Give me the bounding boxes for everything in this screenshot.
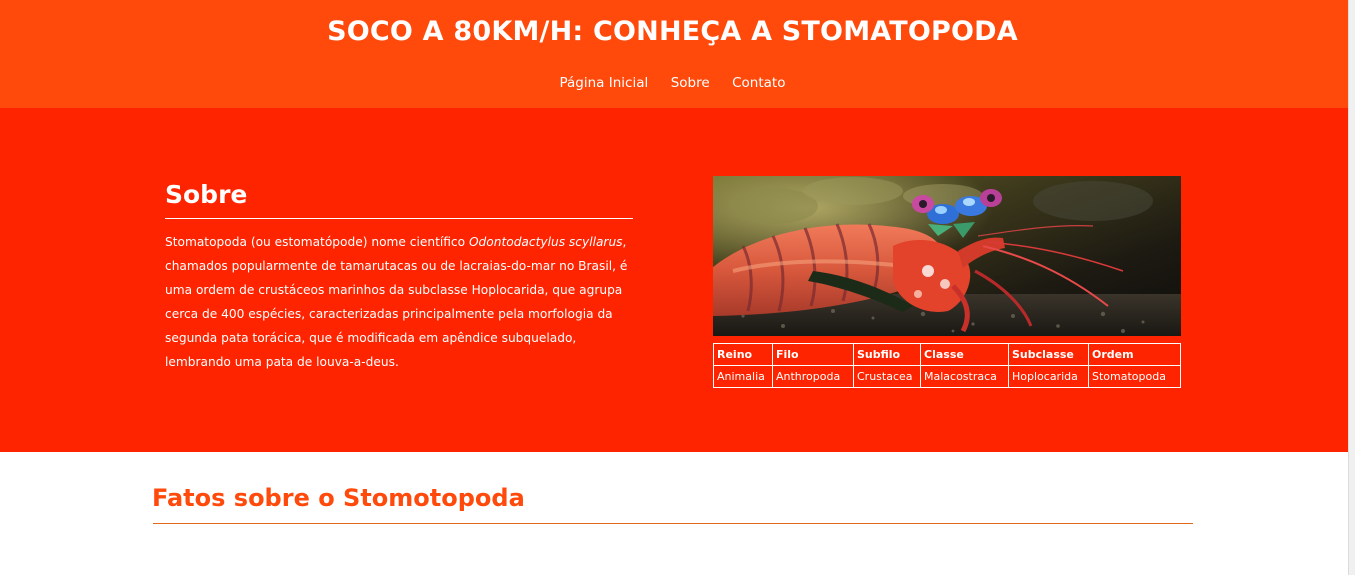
taxonomy-data-row: Animalia Anthropoda Crustacea Malacostra… (713, 365, 1181, 388)
about-section: Sobre Stomatopoda (ou estomatópode) nome… (0, 108, 1348, 452)
taxonomy-table: Reino Filo Subfilo Classe Subclasse Orde… (713, 343, 1181, 388)
about-heading: Sobre (165, 180, 248, 209)
cell-reino: Animalia (713, 365, 773, 388)
main-nav: Página Inicial Sobre Contato (0, 74, 1345, 92)
about-text-end: , chamados popularmente de tamarutacas o… (165, 235, 628, 369)
header-classe: Classe (920, 343, 1009, 366)
cell-classe: Malacostraca (920, 365, 1009, 388)
cell-ordem: Stomatopoda (1088, 365, 1181, 388)
facts-heading: Fatos sobre o Stomotopoda (152, 484, 525, 512)
facts-section: Fatos sobre o Stomotopoda (0, 452, 1348, 575)
mantis-shrimp-image (713, 176, 1181, 336)
header-subfilo: Subfilo (853, 343, 921, 366)
facts-divider (153, 523, 1193, 524)
about-paragraph: Stomatopoda (ou estomatópode) nome cient… (165, 230, 637, 374)
page-scrollbar[interactable] (1348, 0, 1355, 575)
about-text-start: Stomatopoda (ou estomatópode) nome cient… (165, 235, 469, 249)
scientific-name: Odontodactylus scyllarus (468, 235, 623, 249)
site-header: SOCO A 80KM/H: CONHEÇA A STOMATOPODA Pág… (0, 0, 1348, 108)
nav-link-contact[interactable]: Contato (732, 75, 785, 91)
header-ordem: Ordem (1088, 343, 1181, 366)
site-title: SOCO A 80KM/H: CONHEÇA A STOMATOPODA (327, 16, 1018, 47)
cell-subfilo: Crustacea (853, 365, 921, 388)
about-divider (165, 218, 633, 219)
nav-link-home[interactable]: Página Inicial (560, 75, 649, 91)
cell-filo: Anthropoda (772, 365, 854, 388)
nav-link-about[interactable]: Sobre (671, 75, 710, 91)
header-subclasse: Subclasse (1008, 343, 1089, 366)
header-reino: Reino (713, 343, 773, 366)
cell-subclasse: Hoplocarida (1008, 365, 1089, 388)
header-filo: Filo (772, 343, 854, 366)
taxonomy-header-row: Reino Filo Subfilo Classe Subclasse Orde… (713, 343, 1181, 366)
